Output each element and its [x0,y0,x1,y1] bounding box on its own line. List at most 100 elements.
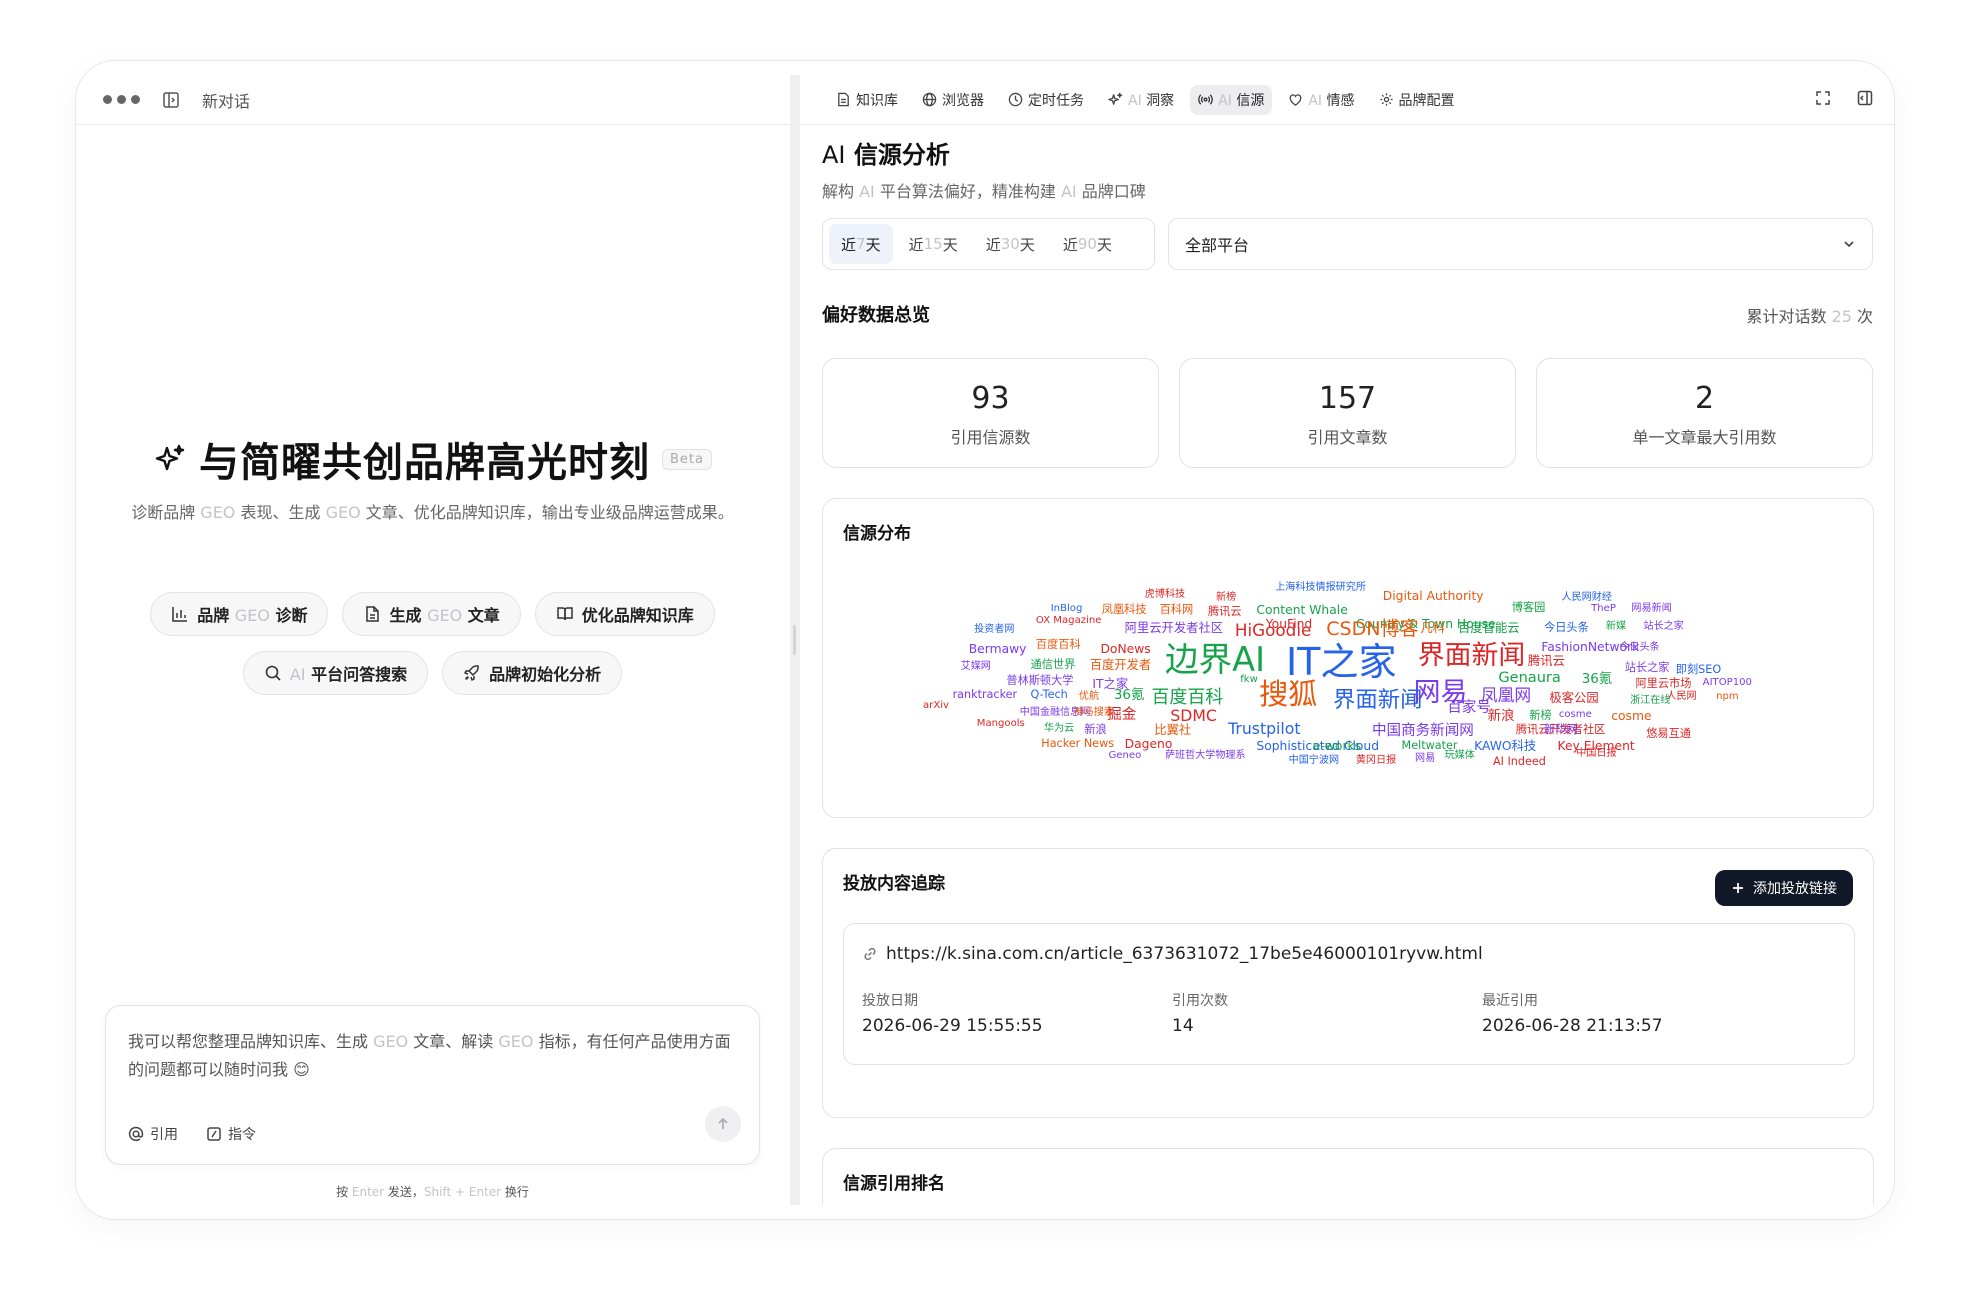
range-90-days[interactable]: 近 90 天 [1051,224,1124,264]
range-text: 天 [942,235,958,254]
chat-text-geo: GEO [373,1032,409,1051]
send-button[interactable] [705,1106,741,1142]
citation-count: 引用次数 14 [1172,990,1228,1036]
cloud-word: 新浪 [1084,722,1107,736]
cloud-word: Q-Tech [1030,688,1068,702]
total-text: 累计对话数 [1746,307,1832,326]
hint-text: 按 [336,1185,352,1199]
hero-sub-geo: GEO [200,503,236,522]
page-subtitle: 解构 AI 平台算法偏好，精准构建 AI 品牌口碑 [822,178,1146,202]
hint-text: 换行 [501,1185,529,1199]
cloud-word: 今日头条 [1544,621,1589,635]
time-range-selector: 近 7 天 近 15 天 近 30 天 近 90 天 [822,218,1155,270]
resize-handle[interactable] [793,625,796,655]
chat-tools: 引用 指令 [128,1124,256,1144]
brand-init-analysis-button[interactable]: 品牌初始化分析 [442,651,623,695]
title-ai: AI [822,141,846,169]
tab-scheduled-tasks[interactable]: 定时任务 [1000,85,1092,115]
fullscreen-icon[interactable] [1815,90,1831,106]
range-15-days[interactable]: 近 15 天 [897,224,970,264]
cloud-word: 人民网财经 [1561,591,1612,603]
cloud-word: 投资者网 [974,623,1015,635]
chip-label-geo: GEO [234,606,270,625]
cloud-word: e-works [1312,738,1362,753]
hero-title-row: 与简曜共创品牌高光时刻 Beta [75,430,790,488]
chevron-down-icon [1842,237,1856,251]
cloud-word: AITOP100 [1702,676,1752,688]
chat-input-box[interactable]: 我可以帮您整理品牌知识库、生成 GEO 文章、解读 GEO 指标，有任何产品使用… [105,1005,760,1165]
cloud-word: cosme [1558,708,1592,720]
range-text: 天 [865,235,881,254]
source-distribution-card: 信源分布 上海科技情报研究所 虎博科技 新榜 Digital Authority Con… [822,498,1874,818]
subtitle-ai: AI [859,182,875,201]
chat-input-placeholder[interactable]: 我可以帮您整理品牌知识库、生成 GEO 文章、解读 GEO 指标，有任何产品使用… [128,1028,738,1084]
hero-subtitle: 诊断品牌 GEO 表现、生成 GEO 文章、优化品牌知识库，输出专业级品牌运营成… [75,500,790,526]
cloud-word: 新榜 [1529,708,1552,722]
sidebar-toggle-icon[interactable] [162,91,180,109]
generate-geo-article-button[interactable]: 生成 GEO 文章 [342,592,521,636]
panel-toggle-icon[interactable] [1857,90,1873,106]
chip-label-geo: GEO [427,606,463,625]
beta-badge: Beta [662,448,712,470]
chip-label: 优化品牌知识库 [581,606,694,625]
document-icon [836,92,851,107]
add-link-button[interactable]: 添加投放链接 [1715,870,1853,906]
tab-label: 品牌配置 [1398,92,1455,109]
brand-geo-diagnose-button[interactable]: 品牌 GEO 诊断 [150,592,329,636]
platform-value: 全部平台 [1185,236,1250,255]
cloud-word: OX Magazine [1035,614,1102,626]
cloud-word: SDMC [1170,705,1217,725]
cloud-word: 掘金 [1107,705,1137,723]
smile-emoji: 😊 [293,1060,310,1079]
optimize-knowledge-base-button[interactable]: 优化品牌知识库 [534,592,715,636]
tab-brand-config[interactable]: 品牌配置 [1371,85,1463,115]
url-text[interactable]: https://k.sina.com.cn/article_6373631072… [886,944,1483,964]
hero-sub-text: 诊断品牌 [131,503,201,522]
cloud-word: 界面新闻 [1417,640,1526,672]
rocket-icon [463,664,481,682]
stat-label: 单一文章最大引用数 [1632,428,1777,447]
gear-icon [1379,92,1394,107]
cloud-word: Bermawy [968,642,1027,657]
hint-text: 发送， [384,1185,424,1199]
sparkle-icon [1108,92,1123,107]
meta-label: 最近引用 [1482,993,1538,1009]
tab-knowledge-base[interactable]: 知识库 [828,85,906,115]
range-7-days[interactable]: 近 7 天 [829,224,893,264]
tracked-link-card[interactable]: https://k.sina.com.cn/article_6373631072… [843,923,1855,1065]
cite-button[interactable]: 引用 [128,1124,178,1144]
stat-cited-articles: 157 引用文章数 [1179,358,1516,468]
pane-controls [1815,90,1873,106]
cloud-word: 边界AI [1164,640,1265,680]
cloud-word: HiGoodie [1234,620,1312,641]
tab-ai-sentiment[interactable]: AI 情感 [1280,85,1362,115]
ai-platform-search-button[interactable]: AI 平台问答搜索 [242,651,429,695]
tracking-card: 投放内容追踪 添加投放链接 https://k.sina.com.cn/arti… [822,848,1874,1118]
tab-ai-insight[interactable]: AI 洞察 [1100,85,1182,115]
range-text: 近 [908,235,924,254]
command-button[interactable]: 指令 [206,1124,256,1144]
tab-ai-source[interactable]: AI 信源 [1190,84,1273,115]
cloud-word: 新浪 [1487,708,1515,724]
cloud-word: 浙江在线 [1630,695,1671,707]
tab-label-ai: AI [1308,92,1323,109]
cloud-word: 华为云 [1043,722,1075,734]
stat-value: 93 [971,381,1010,416]
cloud-word: 今日头条 [1619,642,1660,654]
link-icon [862,946,878,962]
tab-browser[interactable]: 浏览器 [914,85,992,115]
cloud-word: TheP [1591,603,1616,615]
cloud-word: arXiv [923,699,949,711]
range-number: 90 [1077,235,1097,253]
range-30-days[interactable]: 近 30 天 [974,224,1047,264]
cloud-word: InBlog [1050,603,1083,615]
cloud-word: 黄冈日报 [1355,755,1397,767]
more-icon[interactable] [103,95,140,104]
cloud-word: 界面新闻 [1333,687,1423,714]
stat-value: 157 [1318,381,1377,416]
cloud-word: Genaura [1498,668,1561,686]
heart-icon [1288,92,1303,107]
chip-label: 品牌初始化分析 [489,665,602,684]
platform-select[interactable]: 全部平台 [1168,218,1873,270]
chat-title: 新对话 [202,91,251,111]
